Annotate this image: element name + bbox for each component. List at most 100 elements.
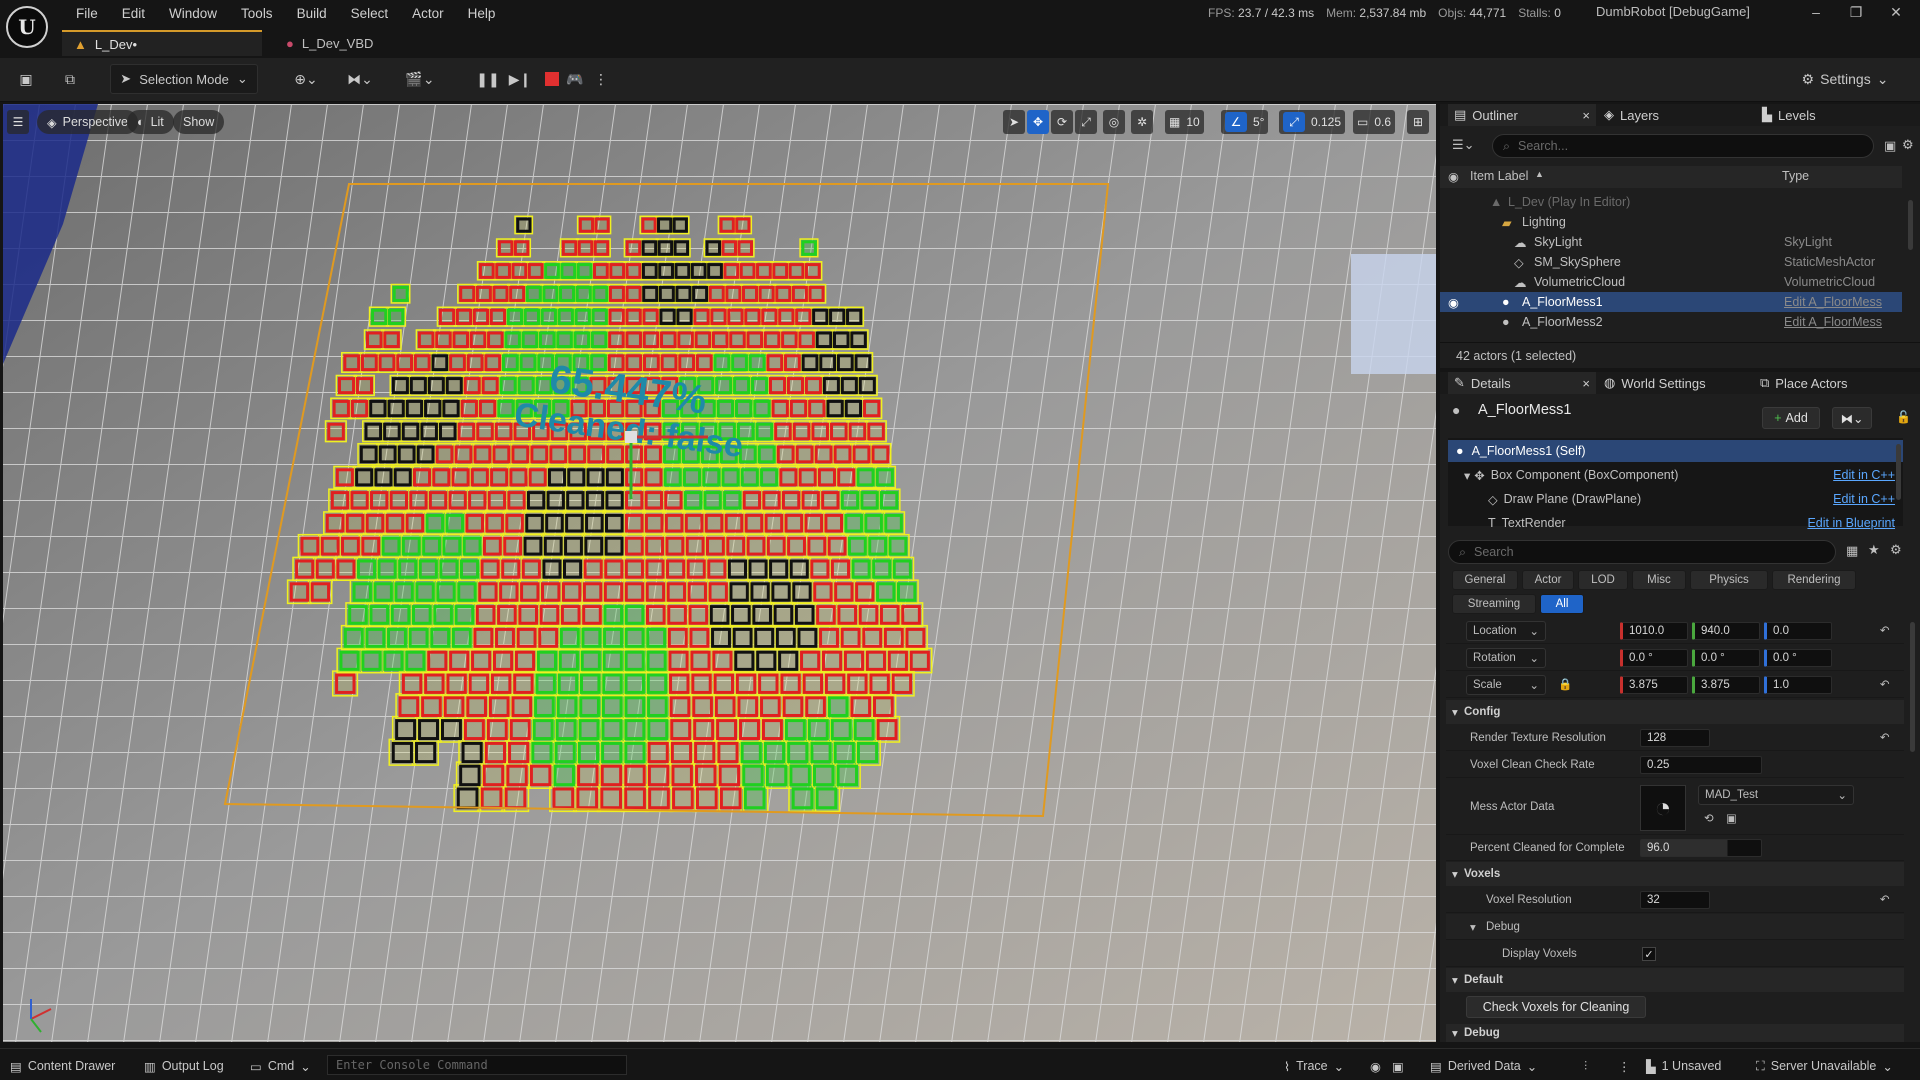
- menu-edit[interactable]: Edit: [110, 2, 157, 26]
- voxels-section[interactable]: ▾ Voxels: [1446, 862, 1904, 886]
- tab-layers[interactable]: ◈ Layers: [1604, 104, 1659, 126]
- tab-l-dev[interactable]: ▲ L_Dev•: [62, 30, 262, 56]
- col-item-label[interactable]: Item Label: [1470, 169, 1528, 183]
- edit-blueprint-link[interactable]: Edit in Blueprint: [1807, 516, 1895, 530]
- category-actor[interactable]: Actor: [1522, 570, 1574, 590]
- scale-z-field[interactable]: 1.0: [1764, 676, 1832, 694]
- lit-button[interactable]: ◐ Lit: [127, 110, 174, 134]
- unreal-logo[interactable]: U: [6, 6, 48, 48]
- minimize-icon[interactable]: –: [1796, 4, 1836, 20]
- reset-icon[interactable]: ↶: [1880, 892, 1890, 906]
- tree-row[interactable]: ● A_FloorMess2 Edit A_FloorMess: [1440, 312, 1902, 332]
- location-z-field[interactable]: 0.0: [1764, 622, 1832, 640]
- use-selected-icon[interactable]: ⟲: [1704, 811, 1714, 825]
- tab-place-actors[interactable]: ⧉ Place Actors: [1760, 372, 1848, 394]
- reset-icon[interactable]: ↶: [1880, 677, 1890, 691]
- location-x-field[interactable]: 1010.0: [1620, 622, 1688, 640]
- close-tab-icon[interactable]: ×: [1582, 108, 1590, 123]
- category-lod[interactable]: LOD: [1578, 570, 1628, 590]
- component-self[interactable]: ● A_FloorMess1 (Self): [1448, 440, 1903, 462]
- category-general[interactable]: General: [1452, 570, 1518, 590]
- tab-levels[interactable]: ▙ Levels: [1762, 104, 1816, 126]
- more-options-icon[interactable]: ⋮: [592, 64, 610, 94]
- details-search-input[interactable]: ⌕ Search: [1448, 540, 1836, 564]
- menu-build[interactable]: Build: [285, 2, 339, 26]
- location-dropdown[interactable]: Location ⌄: [1466, 621, 1546, 641]
- tree-row[interactable]: ▲ L_Dev (Play In Editor): [1440, 192, 1902, 212]
- step-icon[interactable]: ▶❙: [506, 64, 534, 94]
- component-row[interactable]: ▾ ✥ Box Component (BoxComponent) Edit in…: [1448, 464, 1903, 486]
- edit-cpp-link[interactable]: Edit in C++: [1833, 468, 1895, 482]
- category-physics[interactable]: Physics: [1690, 570, 1768, 590]
- pause-icon[interactable]: ❚❚: [474, 64, 502, 94]
- viewport-menu-icon[interactable]: ☰: [7, 110, 29, 134]
- tree-row[interactable]: ◇ SM_SkySphere StaticMeshActor: [1440, 252, 1902, 272]
- filter-icon[interactable]: ☰⌄: [1452, 137, 1475, 153]
- details-scrollbar[interactable]: [1910, 622, 1915, 752]
- level-viewport[interactable]: 65.447% Cleaned: false ☰ ◈ Perspective ◐…: [3, 104, 1436, 1042]
- record-icon[interactable]: ◉: [1370, 1056, 1381, 1076]
- lock-icon[interactable]: 🔒: [1558, 677, 1572, 691]
- check-voxels-button[interactable]: Check Voxels for Cleaning: [1466, 996, 1646, 1018]
- tab-details[interactable]: ✎ Details ×: [1448, 372, 1596, 394]
- show-button[interactable]: Show: [173, 110, 225, 134]
- category-streaming[interactable]: Streaming: [1452, 594, 1536, 614]
- reset-icon[interactable]: ↶: [1880, 730, 1890, 744]
- asset-thumbnail[interactable]: ◔: [1640, 785, 1686, 831]
- select-tool-icon[interactable]: ➤: [1003, 110, 1025, 134]
- percent-cleaned-slider[interactable]: 96.0: [1640, 839, 1762, 857]
- reset-icon[interactable]: ↶: [1880, 623, 1890, 637]
- component-row[interactable]: T TextRender Edit in Blueprint: [1448, 512, 1903, 534]
- menu-help[interactable]: Help: [456, 2, 508, 26]
- voxel-check-rate-field[interactable]: 0.25: [1640, 756, 1762, 774]
- menu-window[interactable]: Window: [157, 2, 229, 26]
- grid-snap-button[interactable]: ▦ 10: [1165, 110, 1204, 134]
- console-input[interactable]: Enter Console Command: [327, 1055, 627, 1075]
- unsaved-button[interactable]: ▙ 1 Unsaved: [1646, 1056, 1721, 1076]
- tree-row[interactable]: ▰ Lighting: [1440, 212, 1902, 232]
- add-actor-icon[interactable]: ⊕⌄: [286, 64, 326, 94]
- tree-row[interactable]: ☁ VolumetricCloud VolumetricCloud: [1440, 272, 1902, 292]
- menu-select[interactable]: Select: [339, 2, 401, 26]
- menu-file[interactable]: File: [64, 2, 110, 26]
- close-tab-icon[interactable]: ×: [1582, 376, 1590, 391]
- source-control-icon[interactable]: ⫶: [1584, 1056, 1587, 1076]
- outliner-scrollbar[interactable]: [1908, 200, 1913, 250]
- blueprint-icon[interactable]: ⧓⌄: [340, 64, 380, 94]
- trace-button[interactable]: ⌇ Trace ⌄: [1284, 1056, 1344, 1076]
- category-misc[interactable]: Misc: [1632, 570, 1686, 590]
- eject-icon[interactable]: 🎮: [560, 64, 590, 94]
- browse-asset-icon[interactable]: ▣: [1726, 811, 1737, 825]
- location-y-field[interactable]: 940.0: [1692, 622, 1760, 640]
- col-type[interactable]: Type: [1782, 169, 1809, 183]
- table-view-icon[interactable]: ▦: [1846, 543, 1858, 559]
- rotation-snap-button[interactable]: ∠ 5°: [1221, 110, 1269, 134]
- save-icon[interactable]: ▣: [12, 64, 40, 94]
- tree-row[interactable]: ☁ SkyLight SkyLight: [1440, 232, 1902, 252]
- gear-icon[interactable]: ⚙: [1902, 137, 1914, 153]
- cmd-dropdown[interactable]: ▭ Cmd ⌄: [250, 1056, 311, 1076]
- debug-section[interactable]: ▾ Debug: [1446, 1024, 1904, 1042]
- scale-dropdown[interactable]: Scale ⌄: [1466, 675, 1546, 695]
- translate-tool-icon[interactable]: ✥: [1027, 110, 1049, 134]
- tree-row-selected[interactable]: ◉ ● A_FloorMess1 Edit A_FloorMess: [1440, 292, 1902, 312]
- rotation-x-field[interactable]: 0.0 °: [1620, 649, 1688, 667]
- category-all[interactable]: All: [1540, 594, 1584, 614]
- menu-tools[interactable]: Tools: [229, 2, 285, 26]
- rotate-tool-icon[interactable]: ⟳: [1051, 110, 1073, 134]
- close-icon[interactable]: ✕: [1876, 4, 1916, 21]
- component-row[interactable]: ◇ Draw Plane (DrawPlane) Edit in C++: [1448, 488, 1903, 510]
- browse-icon[interactable]: ⧉: [56, 64, 84, 94]
- tab-world-settings[interactable]: ◍ World Settings: [1604, 372, 1706, 394]
- output-log-button[interactable]: ▥ Output Log: [144, 1056, 224, 1076]
- cinematics-icon[interactable]: 🎬⌄: [400, 64, 440, 94]
- rotation-dropdown[interactable]: Rotation ⌄: [1466, 648, 1546, 668]
- blueprint-options-button[interactable]: ⧓⌄: [1832, 407, 1872, 429]
- world-local-icon[interactable]: ◎: [1103, 110, 1125, 134]
- tab-outliner[interactable]: ▤ Outliner ×: [1448, 104, 1596, 126]
- eye-icon[interactable]: ◉: [1448, 295, 1459, 310]
- lock-icon[interactable]: 🔓: [1896, 410, 1911, 424]
- menu-actor[interactable]: Actor: [400, 2, 456, 26]
- edit-blueprint-link[interactable]: Edit A_FloorMess: [1784, 295, 1882, 309]
- gear-icon[interactable]: ⚙: [1890, 542, 1902, 558]
